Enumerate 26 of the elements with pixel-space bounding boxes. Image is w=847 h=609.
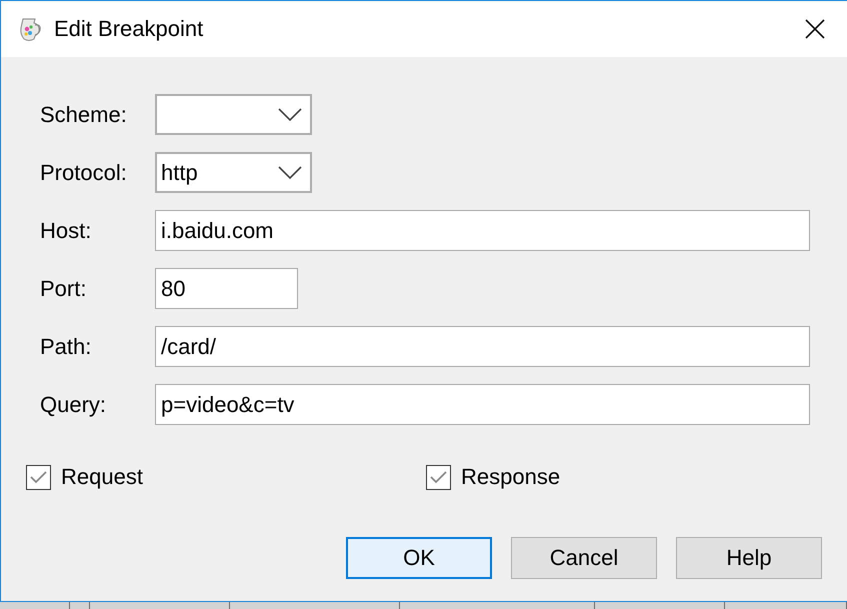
- check-icon: [30, 470, 47, 484]
- dropdown-field[interactable]: http: [155, 152, 312, 193]
- text-field[interactable]: /card/: [155, 326, 810, 367]
- field-label: Host:: [40, 218, 92, 244]
- checkbox-label: Response: [461, 464, 560, 490]
- checkbox[interactable]: [26, 464, 51, 490]
- field-label: Query:: [40, 392, 106, 418]
- text-field[interactable]: 80: [155, 268, 298, 309]
- check-icon: [430, 470, 447, 484]
- chevron-down-icon: [278, 108, 302, 121]
- text-field[interactable]: i.baidu.com: [155, 210, 810, 251]
- checkbox-label: Request: [61, 464, 143, 490]
- field-label: Scheme:: [40, 102, 127, 128]
- dialog-button[interactable]: OK: [346, 537, 492, 579]
- checkbox[interactable]: [426, 464, 451, 490]
- field-label: Protocol:: [40, 160, 127, 186]
- pitcher-icon: [18, 16, 43, 42]
- dropdown-field[interactable]: [155, 94, 312, 135]
- text-field[interactable]: p=video&c=tv: [155, 384, 810, 425]
- field-label: Path:: [40, 334, 92, 360]
- field-label: Port:: [40, 276, 86, 302]
- chevron-down-icon: [278, 166, 302, 179]
- dialog-button[interactable]: Cancel: [511, 537, 657, 579]
- close-icon: [805, 19, 825, 39]
- window-title: Edit Breakpoint: [54, 16, 204, 42]
- dialog-button[interactable]: Help: [676, 537, 822, 579]
